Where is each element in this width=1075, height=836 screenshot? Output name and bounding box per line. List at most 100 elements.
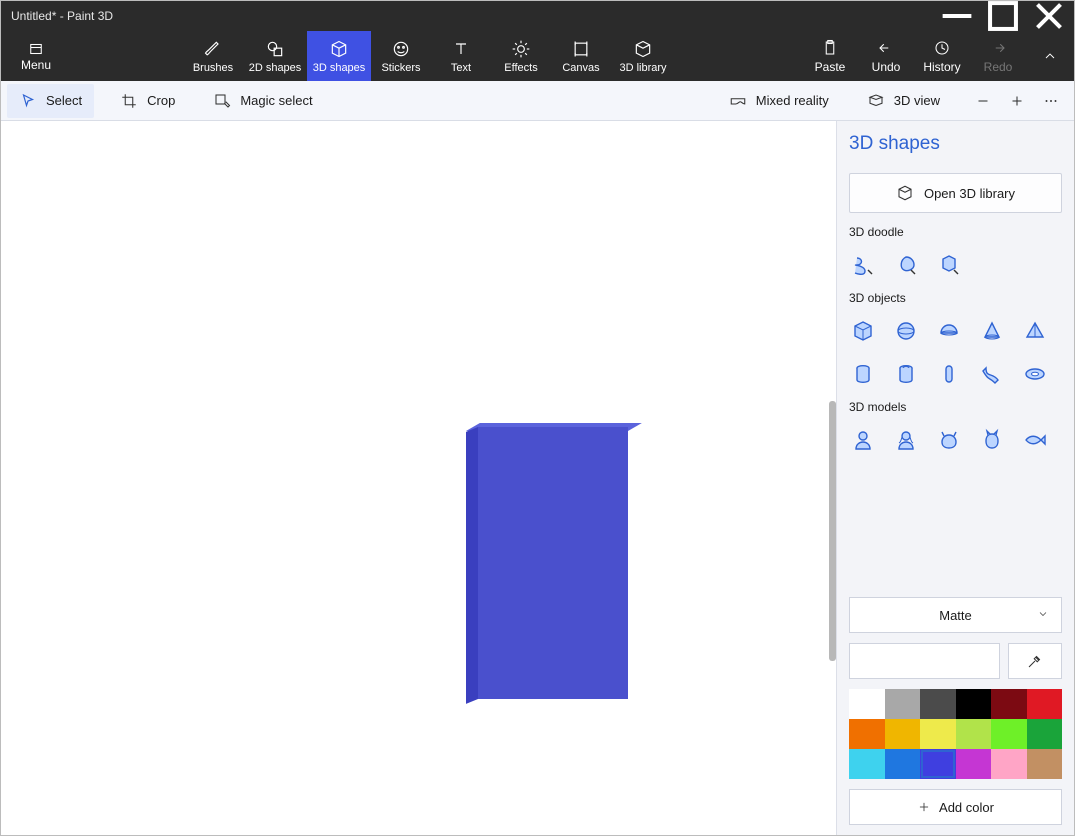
color-swatch[interactable]: [956, 719, 992, 749]
button-label: History: [923, 60, 960, 74]
tab-3d-shapes[interactable]: 3D shapes: [307, 31, 371, 81]
scrollbar[interactable]: [829, 401, 836, 661]
paste-button[interactable]: Paste: [802, 31, 858, 81]
object-cone[interactable]: [978, 317, 1006, 345]
object-pyramid[interactable]: [1021, 317, 1049, 345]
zoom-out-button[interactable]: [966, 84, 1000, 118]
menu-label: Menu: [21, 58, 51, 72]
section-label-objects: 3D objects: [849, 291, 1062, 305]
title-bar: Untitled* - Paint 3D: [1, 1, 1074, 31]
color-hex-input[interactable]: [849, 643, 1000, 679]
color-swatch[interactable]: [991, 689, 1027, 719]
panel-title: 3D shapes: [849, 133, 1062, 155]
history-button[interactable]: History: [914, 31, 970, 81]
object-cube[interactable]: [849, 317, 877, 345]
tab-2d-shapes[interactable]: 2D shapes: [243, 31, 307, 81]
close-button[interactable]: [1026, 1, 1072, 31]
color-swatch[interactable]: [885, 749, 921, 779]
tab-brushes[interactable]: Brushes: [183, 31, 243, 81]
model-fish[interactable]: [1021, 426, 1049, 454]
button-label: Undo: [872, 60, 901, 74]
tab-3d-library[interactable]: 3D library: [611, 31, 675, 81]
3d-view-button[interactable]: 3D view: [855, 84, 952, 118]
doodle-shapes: [849, 251, 1062, 279]
undo-button[interactable]: Undo: [858, 31, 914, 81]
zoom-in-button[interactable]: [1000, 84, 1034, 118]
app-window: Untitled* - Paint 3D Menu Brushes 2D sha…: [0, 0, 1075, 836]
button-label: Paste: [815, 60, 846, 74]
eyedropper-button[interactable]: [1008, 643, 1062, 679]
button-label: Magic select: [240, 93, 312, 108]
color-swatch[interactable]: [920, 719, 956, 749]
color-swatch[interactable]: [849, 689, 885, 719]
button-label: Open 3D library: [924, 186, 1015, 201]
tab-label: Stickers: [381, 62, 420, 74]
maximize-button[interactable]: [980, 1, 1026, 31]
object-sphere[interactable]: [892, 317, 920, 345]
tab-canvas[interactable]: Canvas: [551, 31, 611, 81]
button-label: Crop: [147, 93, 175, 108]
color-swatch[interactable]: [885, 719, 921, 749]
main-ribbon: Menu Brushes 2D shapes 3D shapes Sticker…: [1, 31, 1074, 81]
window-title: Untitled* - Paint 3D: [11, 9, 113, 23]
tab-label: 2D shapes: [249, 62, 302, 74]
color-swatch[interactable]: [920, 749, 956, 779]
mixed-reality-button[interactable]: Mixed reality: [717, 84, 841, 118]
tab-label: Canvas: [562, 62, 599, 74]
color-swatch[interactable]: [849, 749, 885, 779]
object-hemisphere[interactable]: [935, 317, 963, 345]
tab-label: 3D library: [619, 62, 666, 74]
model-shapes: [849, 426, 1062, 454]
color-swatch[interactable]: [956, 749, 992, 779]
more-options-button[interactable]: [1034, 84, 1068, 118]
collapse-ribbon-button[interactable]: [1026, 31, 1074, 81]
object-curved-cylinder[interactable]: [978, 360, 1006, 388]
button-label: Add color: [939, 800, 994, 815]
object-tube[interactable]: [892, 360, 920, 388]
section-label-doodle: 3D doodle: [849, 225, 1062, 239]
menu-button[interactable]: Menu: [1, 31, 71, 81]
model-dog[interactable]: [935, 426, 963, 454]
object-torus[interactable]: [1021, 360, 1049, 388]
doodle-soft-edge[interactable]: [892, 251, 920, 279]
window-controls: [934, 1, 1072, 31]
color-swatch[interactable]: [956, 689, 992, 719]
color-swatch[interactable]: [1027, 689, 1063, 719]
color-swatch[interactable]: [885, 689, 921, 719]
object-capsule[interactable]: [935, 360, 963, 388]
add-color-button[interactable]: Add color: [849, 789, 1062, 825]
tab-text[interactable]: Text: [431, 31, 491, 81]
color-swatch[interactable]: [991, 749, 1027, 779]
tab-stickers[interactable]: Stickers: [371, 31, 431, 81]
redo-button: Redo: [970, 31, 1026, 81]
color-swatch[interactable]: [920, 689, 956, 719]
side-panel: 3D shapes Open 3D library 3D doodle 3D o…: [836, 121, 1074, 835]
model-man[interactable]: [849, 426, 877, 454]
material-dropdown[interactable]: Matte: [849, 597, 1062, 633]
color-swatch[interactable]: [1027, 719, 1063, 749]
color-swatch[interactable]: [991, 719, 1027, 749]
color-palette: [849, 689, 1062, 779]
button-label: Select: [46, 93, 82, 108]
minimize-button[interactable]: [934, 1, 980, 31]
button-label: Redo: [984, 60, 1013, 74]
magic-select-tool[interactable]: Magic select: [201, 84, 324, 118]
select-tool[interactable]: Select: [7, 84, 94, 118]
crop-tool[interactable]: Crop: [108, 84, 187, 118]
canvas[interactable]: [1, 121, 836, 835]
model-woman[interactable]: [892, 426, 920, 454]
open-3d-library-button[interactable]: Open 3D library: [849, 173, 1062, 213]
color-swatch[interactable]: [849, 719, 885, 749]
section-label-models: 3D models: [849, 400, 1062, 414]
sub-toolbar: Select Crop Magic select Mixed reality 3…: [1, 81, 1074, 121]
object-shapes: [849, 317, 1062, 388]
button-label: Mixed reality: [756, 93, 829, 108]
button-label: 3D view: [894, 93, 940, 108]
main-area: 3D shapes Open 3D library 3D doodle 3D o…: [1, 121, 1074, 835]
doodle-tube[interactable]: [935, 251, 963, 279]
color-swatch[interactable]: [1027, 749, 1063, 779]
model-cat[interactable]: [978, 426, 1006, 454]
tab-effects[interactable]: Effects: [491, 31, 551, 81]
doodle-sharp-edge[interactable]: [849, 251, 877, 279]
object-cylinder[interactable]: [849, 360, 877, 388]
